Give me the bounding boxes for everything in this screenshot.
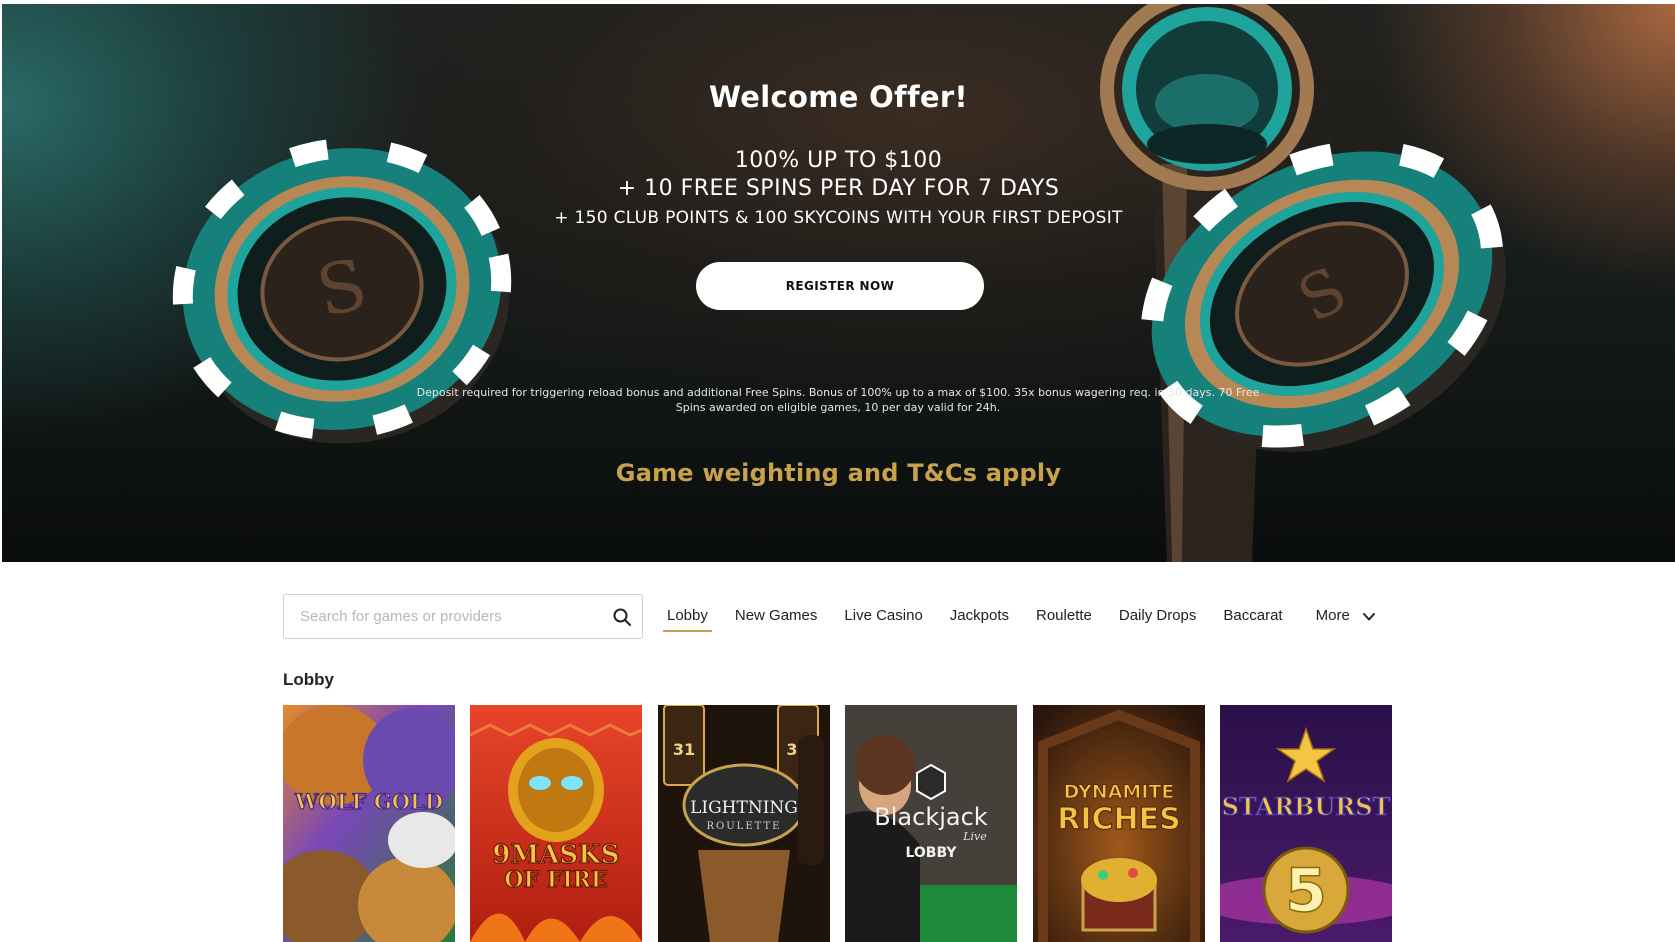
search-box [283,594,643,639]
tcs-link[interactable]: Game weighting and T&Cs apply [2,459,1675,487]
starburst-art: STARBURST 5 [1219,705,1392,942]
blackjack-title: Blackjack [874,803,988,831]
chevron-down-icon[interactable] [1361,609,1377,625]
dynamite-title-line1: DYNAMITE [1063,781,1174,803]
starburst-title: STARBURST [1222,792,1391,821]
nav-item-roulette[interactable]: Roulette [1032,605,1096,630]
offer-line-points: + 150 CLUB POINTS & 100 SKYCOINS WITH YO… [554,208,1123,228]
nav-item-daily-drops[interactable]: Daily Drops [1115,605,1201,630]
register-now-button[interactable]: REGISTER NOW [696,262,984,310]
lightning-number-left: 31 [673,740,695,759]
game-tile-wolf-gold[interactable]: WOLF GOLD [283,705,455,942]
lightning-title-line1: LIGHTNING [690,798,798,818]
lightning-title-line2: ROULETTE [706,821,781,832]
game-tile-blackjack-live[interactable]: Blackjack Live LOBBY [845,705,1018,942]
offer-line-bonus: 100% UP TO $100 [734,148,943,173]
game-tile-9-masks-of-fire[interactable]: 9MASKS OF FIRE [470,705,643,942]
blackjack-live-tag: Live [962,830,987,843]
blackjack-subtitle: LOBBY [906,845,958,861]
lightning-number-right: 3 [786,740,797,759]
wolf-gold-title: WOLF GOLD [294,789,443,814]
9-masks-title-line1: 9MASKS [493,840,620,870]
9-masks-title-line2: OF FIRE [505,867,608,893]
game-tile-dynamite-riches[interactable]: DYNAMITE RICHES [1032,705,1205,942]
9-masks-art: 9MASKS OF FIRE [470,705,643,942]
page: S S Welcome Offer! 100% UP TO $100 + 10 … [0,0,1675,942]
banner-text: Welcome Offer! 100% UP TO $100 + 10 FREE… [2,4,1675,562]
dynamite-riches-art: DYNAMITE RICHES [1032,705,1205,942]
nav-item-more[interactable]: More [1312,605,1354,630]
wolf-gold-art: WOLF GOLD [283,705,455,942]
nav-item-jackpots[interactable]: Jackpots [946,605,1013,630]
category-nav: Lobby New Games Live Casino Jackpots Rou… [663,605,1373,635]
blackjack-art: Blackjack Live LOBBY [845,705,1018,942]
game-tile-starburst[interactable]: STARBURST 5 [1219,705,1392,942]
game-grid: WOLF GOLD 9MASKS OF FIRE 31 3 LIGHTNING … [283,705,1407,942]
search-icon[interactable] [612,607,632,627]
nav-item-live-casino[interactable]: Live Casino [840,605,926,630]
welcome-offer-banner: S S Welcome Offer! 100% UP TO $100 + 10 … [2,4,1675,562]
search-input[interactable] [284,596,594,637]
starburst-number: 5 [1285,856,1327,926]
lightning-roulette-art: 31 3 LIGHTNING ROULETTE [657,705,830,942]
offer-line-spins: + 10 FREE SPINS PER DAY FOR 7 DAYS [617,176,1060,201]
offer-terms-text: Deposit required for triggering reload b… [416,386,1260,414]
nav-item-new-games[interactable]: New Games [731,605,822,630]
dynamite-title-line2: RICHES [1057,802,1181,837]
nav-item-baccarat[interactable]: Baccarat [1219,605,1286,630]
nav-item-lobby[interactable]: Lobby [663,605,712,632]
offer-title: Welcome Offer! [709,80,968,114]
game-tile-lightning-roulette[interactable]: 31 3 LIGHTNING ROULETTE [657,705,830,942]
section-title: Lobby [283,670,334,689]
